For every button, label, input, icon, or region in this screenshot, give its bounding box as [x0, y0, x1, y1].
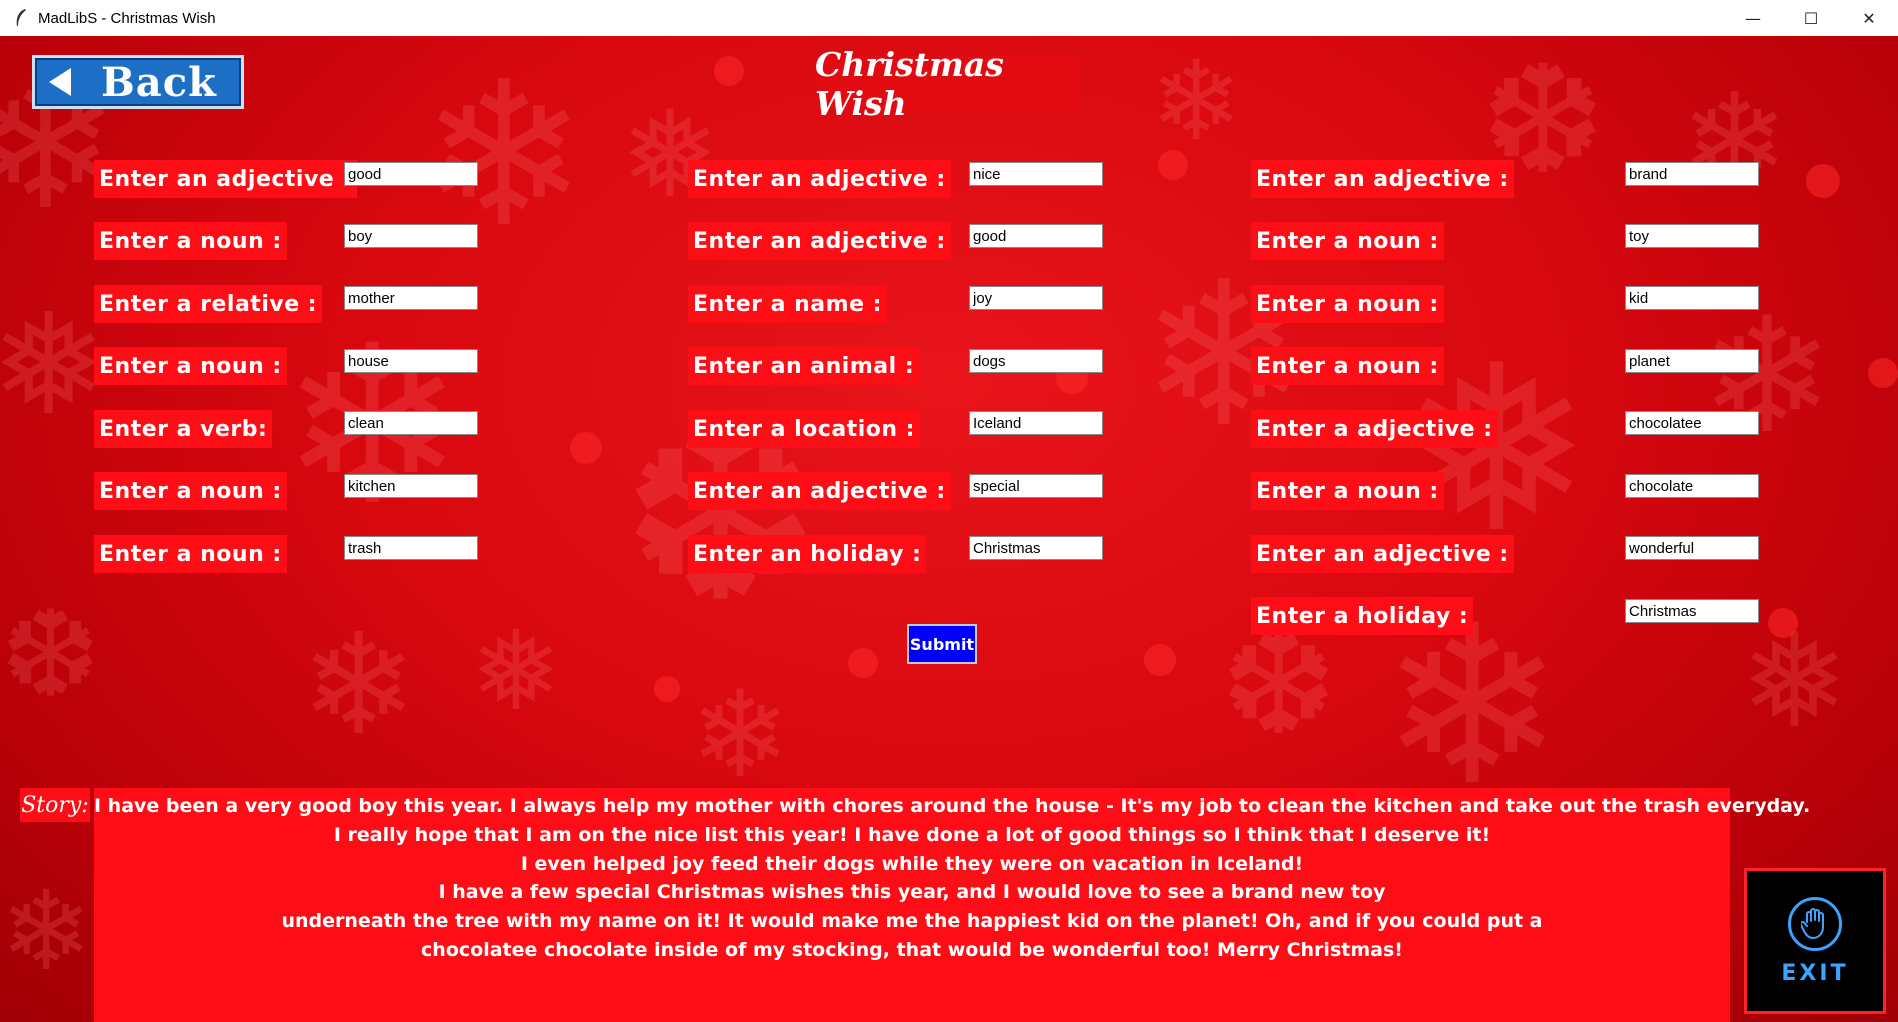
snowflake-icon: ❄	[300, 604, 418, 767]
field-label: Enter an adjective :	[688, 222, 951, 260]
christmas-wish-canvas: ❄ ❄ ❅ ❄ ❆ ❄ ❅ ❄ ❆ ❄ ❅ ❄ ❆ ❄ ❅ ❄ ❆ ❄ ❅ ❄ …	[0, 36, 1898, 1022]
field-label: Enter an holiday :	[688, 535, 927, 573]
minimize-button[interactable]: —	[1724, 0, 1782, 36]
page-title: Christmas Wish	[815, 45, 1080, 123]
field-label: Enter an adjective :	[688, 472, 951, 510]
story-line: I have been a very good boy this year. I…	[94, 795, 1811, 817]
field-label: Enter a noun :	[94, 347, 287, 385]
exit-button[interactable]: EXIT	[1744, 868, 1886, 1014]
field-label: Enter a noun :	[94, 472, 287, 510]
noun-input[interactable]	[1625, 474, 1759, 498]
snowflake-icon: ❆	[1220, 604, 1338, 767]
maximize-button[interactable]: ☐	[1782, 0, 1840, 36]
field-label: Enter an adjective :	[1251, 160, 1514, 198]
field-label: Enter a noun :	[1251, 347, 1444, 385]
ornament-dot	[654, 676, 680, 702]
story-line: chocolatee chocolate inside of my stocki…	[421, 938, 1403, 961]
relative-input[interactable]	[344, 286, 478, 310]
story-text: I have been a very good boy this year. I…	[94, 788, 1811, 1022]
adjective-input[interactable]	[969, 474, 1103, 498]
back-button[interactable]: Back	[32, 55, 244, 109]
snowflake-icon: ❅	[470, 607, 563, 735]
feather-icon	[16, 9, 26, 26]
noun-input[interactable]	[344, 224, 478, 248]
story-line: I even helped joy feed their dogs while …	[520, 852, 1304, 875]
ornament-dot	[1768, 608, 1798, 638]
noun-input[interactable]	[1625, 349, 1759, 373]
ornament-dot	[1868, 358, 1898, 388]
noun-input[interactable]	[344, 536, 478, 560]
field-label: Enter a noun :	[1251, 472, 1444, 510]
field-label: Enter a relative :	[94, 285, 323, 323]
verb-input[interactable]	[344, 411, 478, 435]
snowflake-icon: ❆	[0, 586, 101, 725]
back-button-label: Back	[101, 58, 217, 106]
snowflake-icon: ❄	[0, 867, 93, 995]
adjective-input[interactable]	[1625, 411, 1759, 435]
noun-input[interactable]	[1625, 286, 1759, 310]
snowflake-icon: ❅	[0, 284, 108, 447]
location-input[interactable]	[969, 411, 1103, 435]
name-input[interactable]	[969, 286, 1103, 310]
field-label: Enter a noun :	[1251, 222, 1444, 260]
snowflake-icon: ❅	[1740, 605, 1849, 757]
field-label: Enter an adjective :	[688, 160, 951, 198]
back-arrow-icon	[49, 68, 71, 96]
ornament-dot	[1158, 150, 1188, 180]
close-button[interactable]: ✕	[1840, 0, 1898, 36]
noun-input[interactable]	[1625, 224, 1759, 248]
window-title: MadLibS - Christmas Wish	[38, 9, 216, 27]
snowflake-icon: ❄	[1150, 37, 1243, 165]
exit-label: EXIT	[1781, 960, 1849, 986]
field-label: Enter a verb:	[94, 410, 273, 448]
field-label: Enter an adjective :	[1251, 535, 1514, 573]
adjective-input[interactable]	[344, 162, 478, 186]
ornament-dot	[1144, 644, 1176, 676]
adjective-input[interactable]	[969, 162, 1103, 186]
field-label: Enter a name :	[688, 285, 887, 323]
window-title-bar: MadLibS - Christmas Wish — ☐ ✕	[0, 0, 1898, 36]
noun-input[interactable]	[344, 349, 478, 373]
noun-input[interactable]	[344, 474, 478, 498]
story-label: Story:	[20, 788, 90, 822]
field-label: Enter an adjective :	[94, 160, 357, 198]
snowflake-icon: ❄	[690, 666, 791, 805]
ornament-dot	[1806, 164, 1840, 198]
ornament-dot	[570, 432, 602, 464]
holiday-input[interactable]	[969, 536, 1103, 560]
story-line: I really hope that I am on the nice list…	[333, 823, 1491, 846]
field-label: Enter a holiday :	[1251, 597, 1474, 635]
submit-button[interactable]: Submit	[907, 624, 977, 664]
field-label: Enter a noun :	[1251, 285, 1444, 323]
story-line: underneath the tree with my name on it! …	[281, 910, 1543, 933]
adjective-input[interactable]	[1625, 162, 1759, 186]
ornament-dot	[714, 56, 744, 86]
adjective-input[interactable]	[969, 224, 1103, 248]
animal-input[interactable]	[969, 349, 1103, 373]
field-label: Enter an animal :	[688, 347, 920, 385]
hand-stop-icon	[1788, 896, 1842, 951]
field-label: Enter a adjective :	[1251, 410, 1498, 448]
adjective-input[interactable]	[1625, 536, 1759, 560]
snowflake-icon: ❄	[1680, 65, 1789, 217]
field-label: Enter a noun :	[94, 222, 287, 260]
story-line: I have a few special Christmas wishes th…	[438, 881, 1386, 904]
snowflake-icon: ❅	[620, 86, 721, 225]
ornament-dot	[848, 648, 878, 678]
holiday-input[interactable]	[1625, 599, 1759, 623]
field-label: Enter a noun :	[94, 535, 287, 573]
field-label: Enter a location :	[688, 410, 920, 448]
